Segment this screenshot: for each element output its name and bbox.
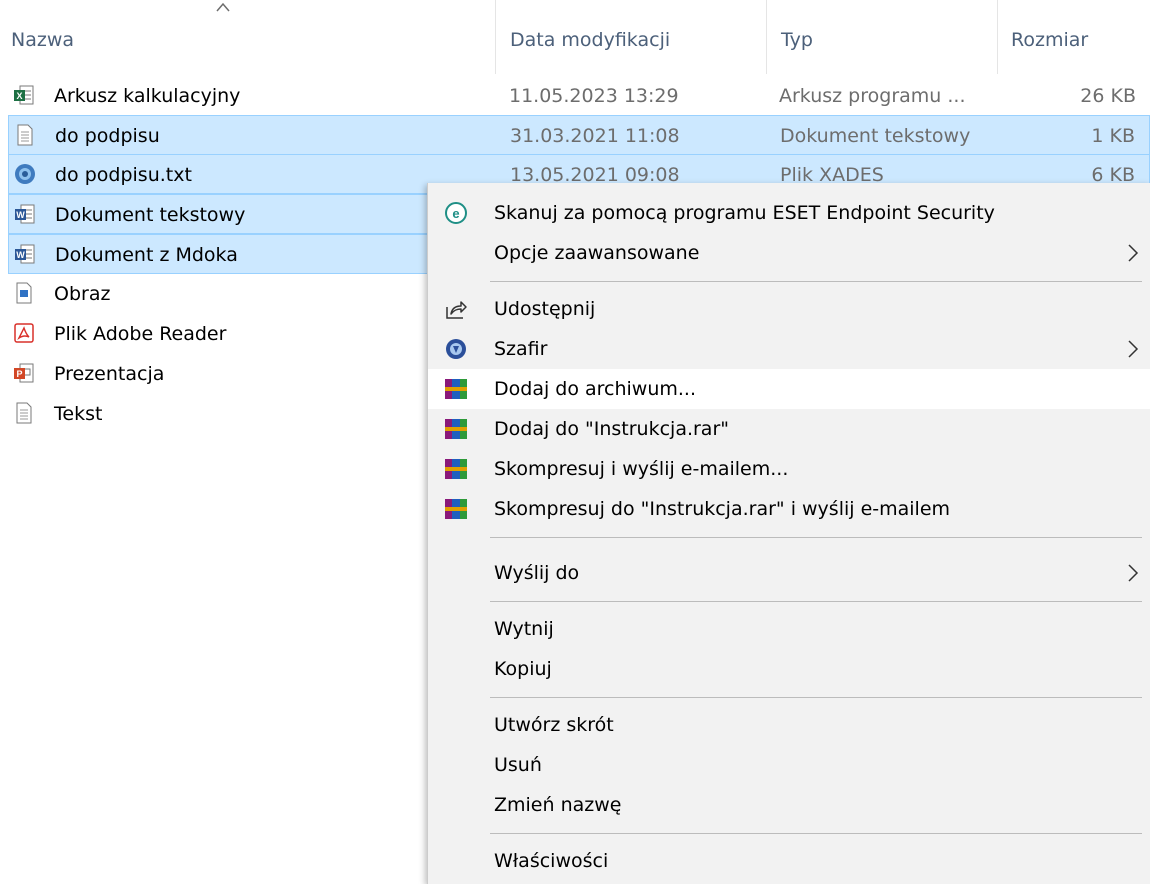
column-size[interactable]: Rozmiar xyxy=(998,0,1150,74)
winrar-icon xyxy=(445,419,467,439)
svg-text:P: P xyxy=(16,369,22,379)
file-name: Tekst xyxy=(54,403,103,425)
context-menu: e Skanuj za pomocą programu ESET Endpoin… xyxy=(427,183,1150,884)
menu-item-send-to[interactable]: Wyślij do xyxy=(428,553,1150,593)
menu-item-create-shortcut[interactable]: Utwórz skrót xyxy=(428,705,1150,745)
svg-text:W: W xyxy=(16,210,25,220)
file-type: Arkusz programu ... xyxy=(779,85,966,107)
menu-item-add-to-archive[interactable]: Dodaj do archiwum... xyxy=(428,369,1150,409)
chevron-right-icon xyxy=(1128,244,1139,262)
file-name: Dokument z Mdoka xyxy=(55,244,238,266)
column-date[interactable]: Data modyfikacji xyxy=(496,0,767,74)
file-row[interactable]: X Arkusz kalkulacyjny 11.05.2023 13:29 A… xyxy=(8,76,1150,116)
menu-item-delete[interactable]: Usuń xyxy=(428,745,1150,785)
file-name: Plik Adobe Reader xyxy=(54,323,227,345)
menu-separator xyxy=(490,281,1142,282)
menu-separator xyxy=(490,833,1142,834)
xades-file-icon xyxy=(15,164,35,184)
menu-item-label: Skompresuj i wyślij e-mailem... xyxy=(494,458,789,480)
file-date: 11.05.2023 13:29 xyxy=(509,85,679,107)
menu-item-label: Utwórz skrót xyxy=(494,714,614,736)
pdf-file-icon xyxy=(14,323,34,343)
column-size-label: Rozmiar xyxy=(1011,29,1089,51)
menu-item-label: Wytnij xyxy=(494,618,554,640)
file-type: Dokument tekstowy xyxy=(780,125,971,147)
eset-icon: e xyxy=(445,202,467,224)
column-type-label: Typ xyxy=(781,29,813,51)
column-header: Nazwa Data modyfikacji Typ Rozmiar xyxy=(0,0,1150,74)
svg-text:e: e xyxy=(452,206,459,221)
text-file-icon xyxy=(17,124,33,146)
szafir-icon xyxy=(446,339,466,359)
menu-item-compress-rar-email[interactable]: Skompresuj do "Instrukcja.rar" i wyślij … xyxy=(428,489,1150,529)
svg-text:W: W xyxy=(16,250,25,260)
menu-item-label: Zmień nazwę xyxy=(494,794,622,816)
file-name: do podpisu xyxy=(55,125,160,147)
file-name: Dokument tekstowy xyxy=(55,204,246,226)
chevron-right-icon xyxy=(1128,340,1139,358)
file-size: 1 KB xyxy=(1091,125,1135,147)
powerpoint-file-icon: P xyxy=(14,363,34,383)
svg-text:X: X xyxy=(16,91,22,101)
file-name: Obraz xyxy=(54,283,111,305)
menu-item-label: Usuń xyxy=(494,754,542,776)
file-date: 31.03.2021 11:08 xyxy=(510,125,680,147)
menu-item-label: Skompresuj do "Instrukcja.rar" i wyślij … xyxy=(494,498,951,520)
menu-item-copy[interactable]: Kopiuj xyxy=(428,649,1150,689)
menu-item-label: Właściwości xyxy=(494,850,609,872)
share-icon xyxy=(446,301,467,319)
file-explorer: Nazwa Data modyfikacji Typ Rozmiar X Ark… xyxy=(0,0,1150,884)
file-size: 26 KB xyxy=(1080,85,1136,107)
menu-item-label: Opcje zaawansowane xyxy=(494,242,700,264)
file-row[interactable]: do podpisu 31.03.2021 11:08 Dokument tek… xyxy=(8,115,1150,155)
menu-separator xyxy=(490,537,1142,538)
menu-separator xyxy=(490,697,1142,698)
winrar-icon xyxy=(445,499,467,519)
chevron-right-icon xyxy=(1128,564,1139,582)
file-name: Arkusz kalkulacyjny xyxy=(54,85,241,107)
winrar-icon xyxy=(445,459,467,479)
word-file-icon: W xyxy=(15,204,35,224)
file-name: do podpisu.txt xyxy=(55,164,192,186)
column-name[interactable]: Nazwa xyxy=(0,0,496,74)
menu-item-add-to-rar[interactable]: Dodaj do "Instrukcja.rar" xyxy=(428,409,1150,449)
menu-item-szafir[interactable]: Szafir xyxy=(428,329,1150,369)
menu-item-label: Wyślij do xyxy=(494,562,580,584)
image-file-icon xyxy=(16,282,32,304)
menu-item-label: Udostępnij xyxy=(494,298,596,320)
menu-item-label: Kopiuj xyxy=(494,658,552,680)
menu-item-label: Dodaj do archiwum... xyxy=(494,378,697,400)
menu-item-eset-scan[interactable]: e Skanuj za pomocą programu ESET Endpoin… xyxy=(428,193,1150,233)
menu-item-advanced-options[interactable]: Opcje zaawansowane xyxy=(428,233,1150,273)
text-file-icon xyxy=(16,402,32,424)
menu-item-rename[interactable]: Zmień nazwę xyxy=(428,785,1150,825)
word-file-icon: W xyxy=(15,244,35,264)
menu-item-label: Skanuj za pomocą programu ESET Endpoint … xyxy=(494,202,995,224)
file-name: Prezentacja xyxy=(54,363,165,385)
menu-item-cut[interactable]: Wytnij xyxy=(428,609,1150,649)
menu-item-label: Szafir xyxy=(494,338,548,360)
menu-item-properties[interactable]: Właściwości xyxy=(428,841,1150,881)
column-type[interactable]: Typ xyxy=(767,0,998,74)
column-date-label: Data modyfikacji xyxy=(510,29,671,51)
menu-separator xyxy=(490,601,1142,602)
menu-item-compress-email[interactable]: Skompresuj i wyślij e-mailem... xyxy=(428,449,1150,489)
menu-item-share[interactable]: Udostępnij xyxy=(428,289,1150,329)
column-name-label: Nazwa xyxy=(11,29,75,51)
winrar-icon xyxy=(445,379,467,399)
excel-file-icon: X xyxy=(14,85,34,105)
menu-item-label: Dodaj do "Instrukcja.rar" xyxy=(494,418,730,440)
